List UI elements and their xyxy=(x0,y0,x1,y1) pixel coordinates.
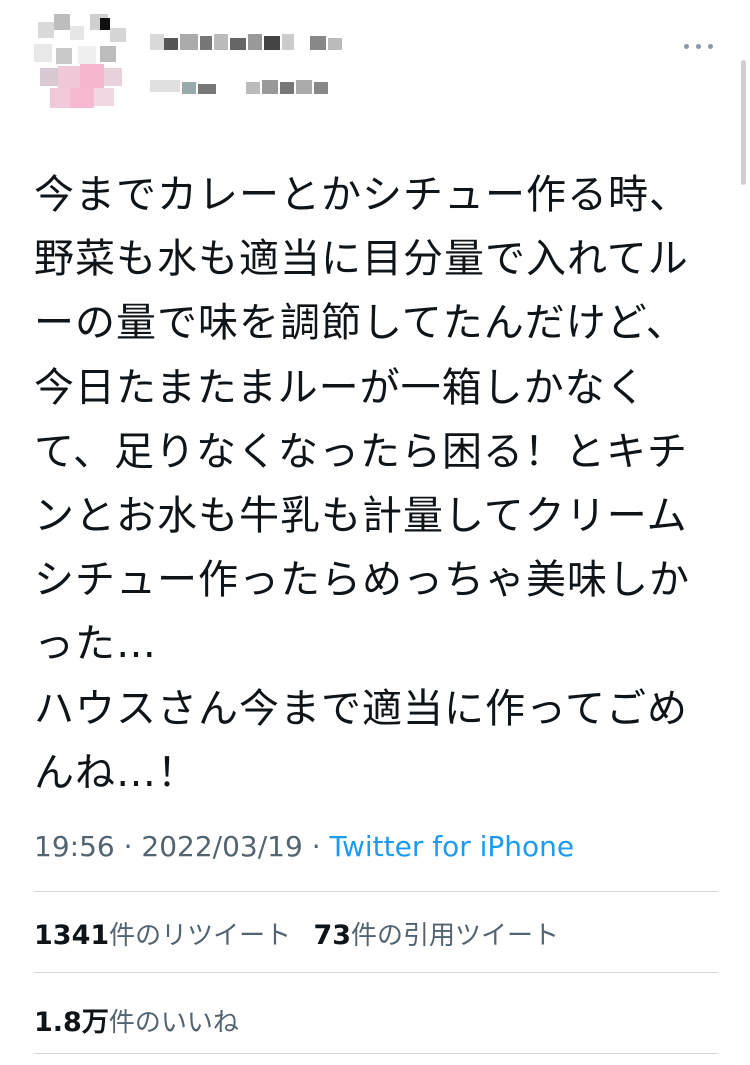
meta-separator: · xyxy=(302,830,330,863)
likes-stat[interactable]: 1.8万件のいいね xyxy=(34,1007,239,1038)
retweets-count: 1341 xyxy=(34,920,110,951)
more-options-icon[interactable] xyxy=(684,36,714,56)
quotes-label: 件の引用ツイート xyxy=(351,921,560,951)
tweet-source-link[interactable]: Twitter for iPhone xyxy=(330,830,575,863)
likes-count: 1.8万 xyxy=(34,1007,109,1038)
tweet-text-line: 今までカレーとかシチュー作る時、 xyxy=(34,172,690,218)
tweet-time[interactable]: 19:56 xyxy=(34,830,115,863)
tweet-text-line: ハウスさん今まで適当に作ってごめ xyxy=(34,685,688,732)
tweet-text: 今までカレーとかシチュー作る時、 野菜も水も適当に目分量で入れてル ーの量で味を… xyxy=(34,163,724,805)
meta-separator: · xyxy=(114,830,142,863)
tweet-text-line: ーの量で味を調節してたんだけど、 xyxy=(34,300,687,347)
likes-label: 件のいいね xyxy=(108,1008,239,1038)
quotes-count: 73 xyxy=(313,920,352,951)
tweet-text-line: った… xyxy=(34,621,157,668)
tweet-detail: 今までカレーとかシチュー作る時、 野菜も水も適当に目分量で入れてル ーの量で味を… xyxy=(0,0,750,1065)
likes-stats: 1.8万件のいいね xyxy=(34,1000,253,1039)
display-name xyxy=(150,30,350,60)
engagement-stats: 1341件のリツイート 73件の引用ツイート xyxy=(34,915,573,952)
tweet-text-line: 今日たまたまルーが一箱しかなく xyxy=(34,364,647,411)
user-handle xyxy=(150,74,350,104)
tweet-text-line: て、足りなくなったら困る！とキチ xyxy=(34,428,688,475)
tweet-text-line: シチュー作ったらめっちゃ美味しか xyxy=(34,557,690,604)
divider xyxy=(34,891,718,892)
tweet-meta: 19:56 · 2022/03/19 · Twitter for iPhone xyxy=(34,830,574,863)
retweets-stat[interactable]: 1341件のリツイート xyxy=(34,920,292,951)
avatar[interactable] xyxy=(34,14,130,114)
user-info[interactable] xyxy=(150,30,350,104)
tweet-date[interactable]: 2022/03/19 xyxy=(141,830,302,863)
divider xyxy=(34,1053,718,1054)
tweet-text-line: ンとお水も牛乳も計量してクリーム xyxy=(34,492,688,539)
tweet-text-line: 野菜も水も適当に目分量で入れてル xyxy=(34,236,689,283)
divider xyxy=(34,972,718,973)
tweet-text-line: んね…！ xyxy=(34,749,198,796)
scrollbar[interactable] xyxy=(741,60,746,185)
retweets-label: 件のリツイート xyxy=(109,921,292,951)
quotes-stat[interactable]: 73件の引用ツイート xyxy=(313,920,560,951)
